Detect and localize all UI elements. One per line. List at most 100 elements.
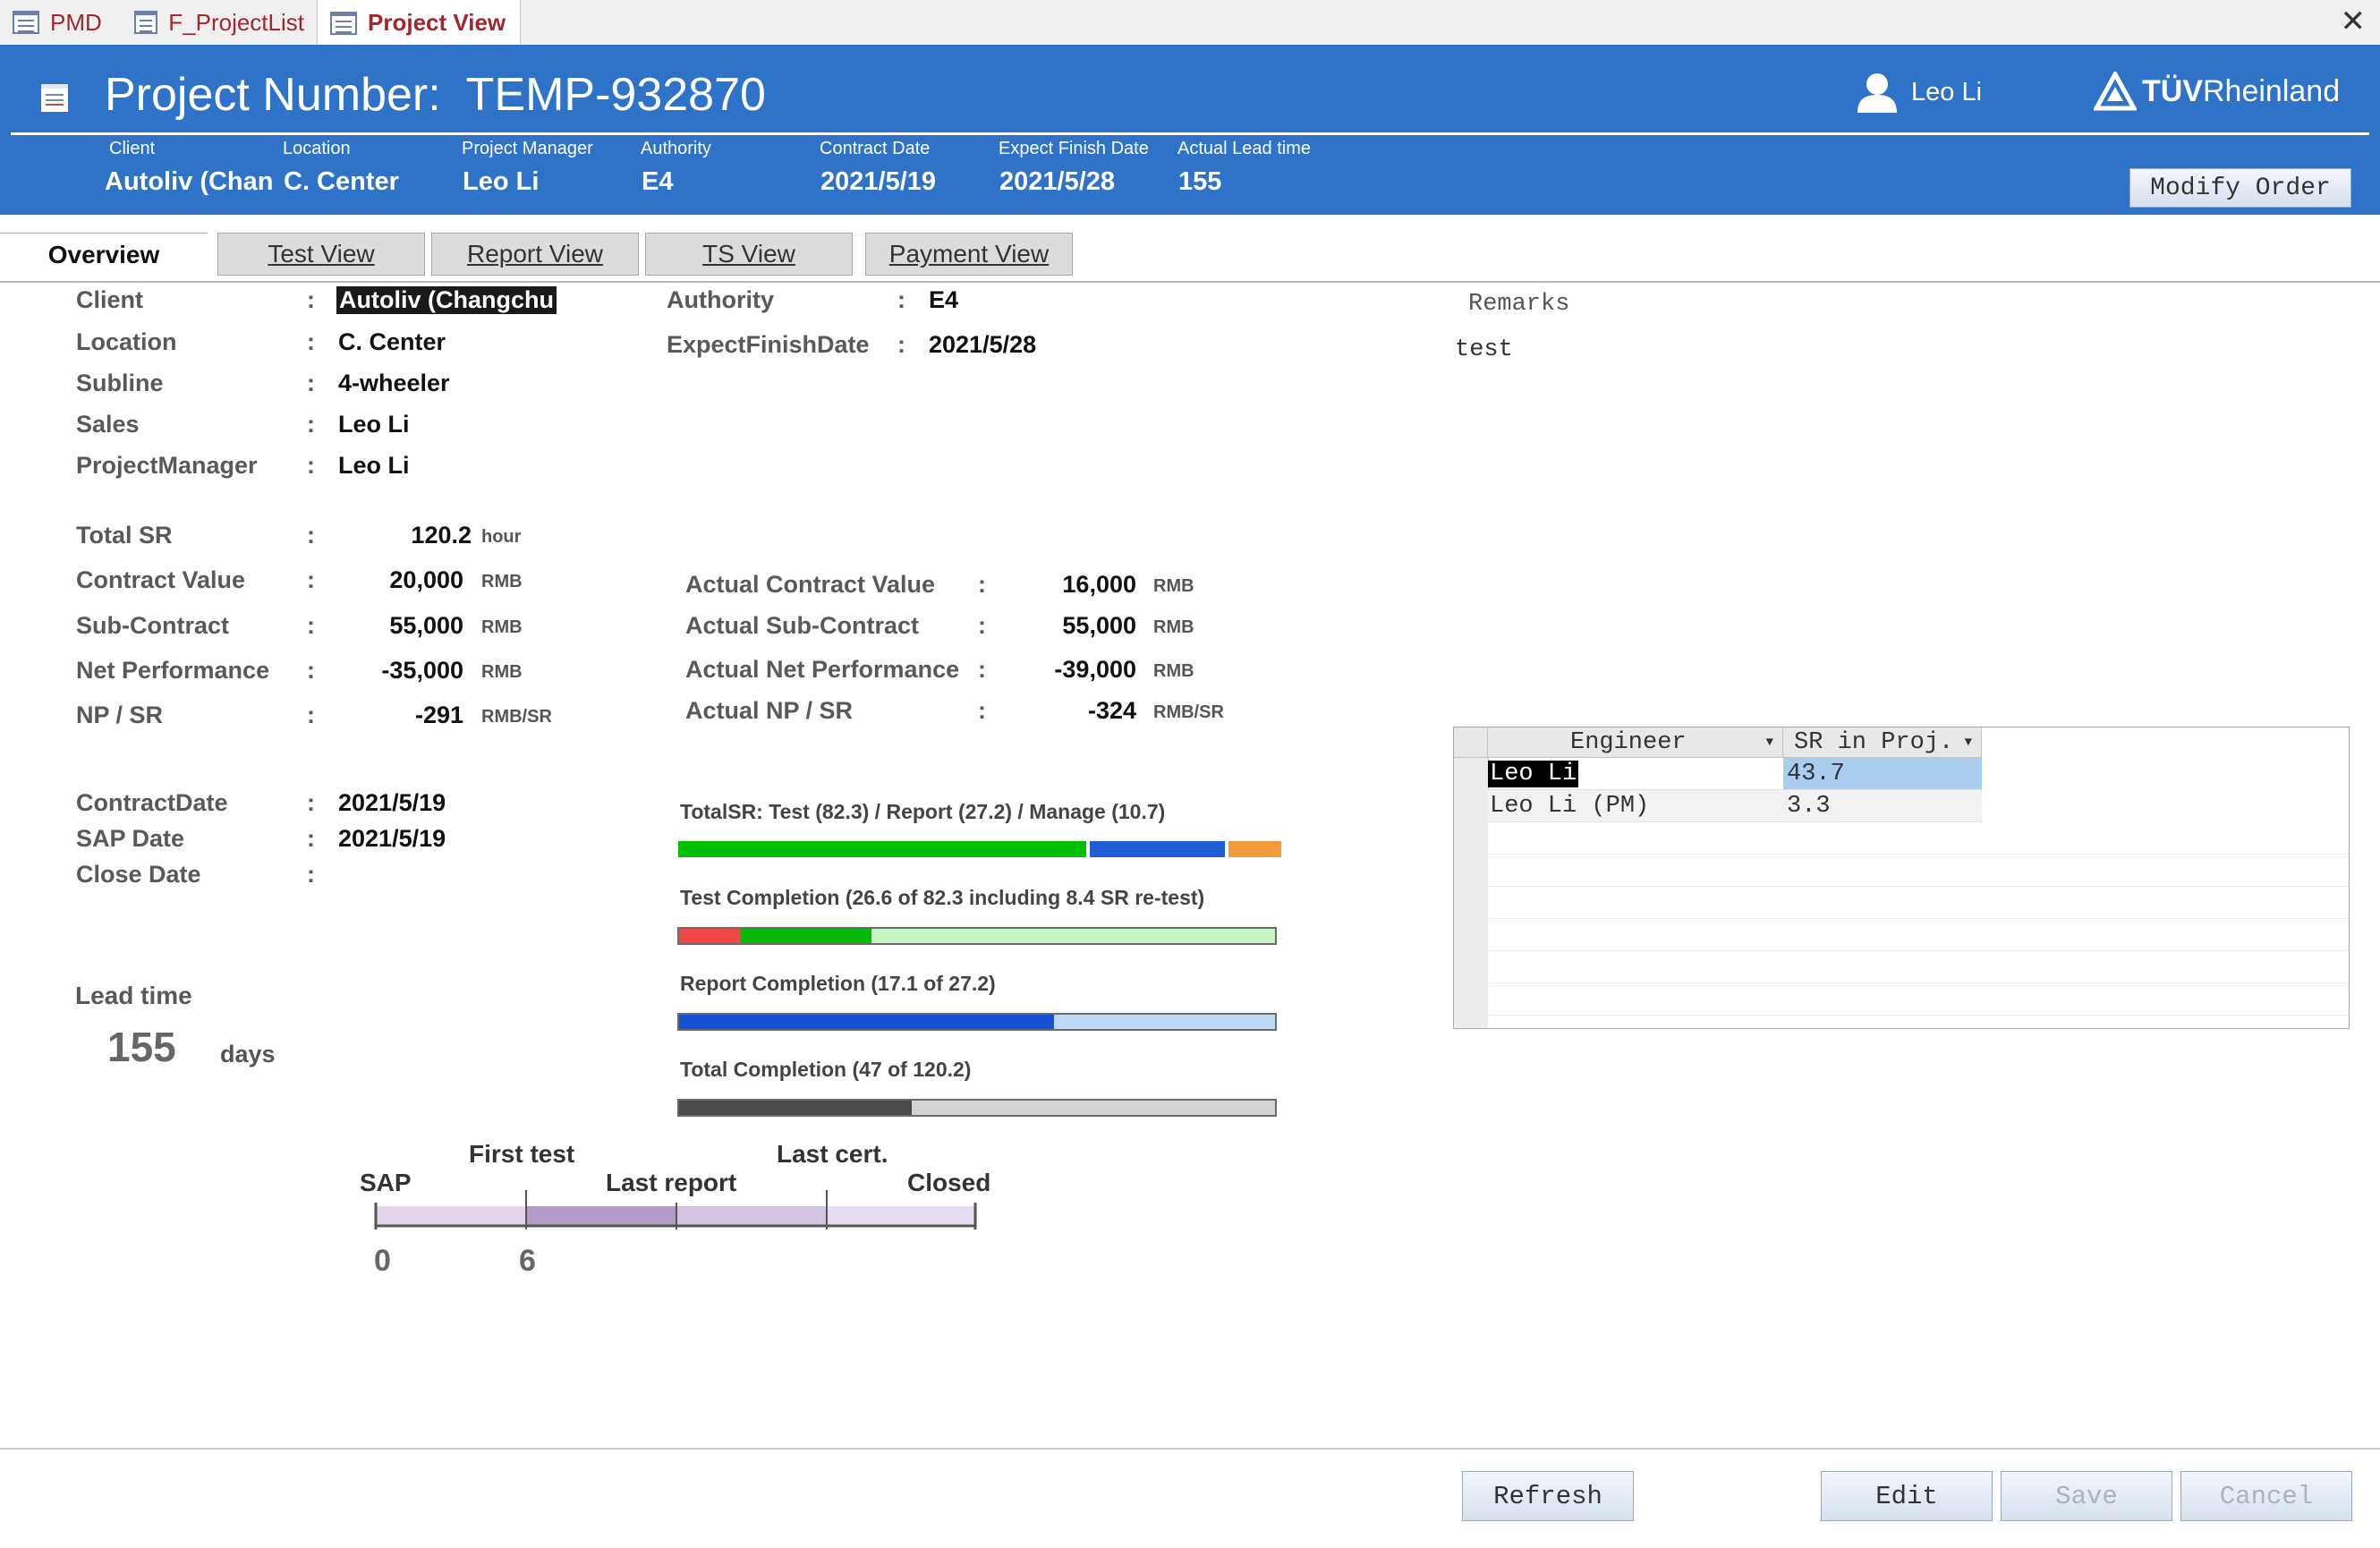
refresh-button[interactable]: Refresh	[1462, 1471, 1634, 1521]
sales-value: Leo Li	[338, 411, 410, 438]
doc-tab-f-projectlist[interactable]: F_ProjectList	[122, 0, 317, 45]
header-field-pm: Leo Li	[463, 167, 540, 196]
colon: :	[307, 861, 315, 888]
actual-np-sr-value: -324	[1087, 697, 1136, 724]
dropdown-arrow-icon[interactable]: ▼	[1965, 736, 1972, 750]
lead-time-unit: days	[220, 1041, 276, 1067]
timeline-last-cert-label: Last cert.	[777, 1140, 888, 1168]
actual-contract-value-value: 16,000	[1062, 571, 1136, 598]
form-icon	[13, 11, 39, 34]
remarks-field[interactable]: test	[1455, 336, 1513, 363]
user-icon	[1857, 73, 1897, 113]
authority-label: Authority	[667, 286, 774, 313]
doc-tab-project-view[interactable]: Project View	[317, 0, 521, 46]
form-icon	[330, 11, 357, 35]
close-icon[interactable]: ✕	[2341, 4, 2367, 39]
table-row-engineer[interactable]: Leo Li	[1488, 758, 1783, 790]
total-completion-title: Total Completion (47 of 120.2)	[680, 1058, 972, 1081]
np-sr-label: NP / SR	[76, 702, 164, 728]
tab-report-view[interactable]: Report View	[431, 233, 639, 276]
actual-net-performance-unit: RMB	[1153, 661, 1194, 681]
net-performance-label: Net Performance	[76, 657, 270, 684]
sales-label: Sales	[76, 411, 140, 438]
colon: :	[307, 612, 315, 639]
total-sr-segment-test	[678, 841, 1086, 857]
brand-name-b: Rheinland	[2203, 73, 2341, 108]
lead-time-value: 155	[107, 1024, 176, 1070]
colon: :	[307, 411, 315, 438]
contract-value-unit: RMB	[481, 572, 523, 591]
colon: :	[897, 331, 905, 358]
tab-payment-view[interactable]: Payment View	[865, 233, 1073, 276]
colon: :	[307, 328, 315, 355]
total-done-fill	[679, 1101, 913, 1115]
colon: :	[978, 612, 986, 639]
total-sr-bar-title: TotalSR: Test (82.3) / Report (27.2) / M…	[680, 800, 1166, 823]
total-remaining-fill	[912, 1101, 1275, 1115]
sub-contract-value: 55,000	[389, 612, 463, 639]
project-number: TEMP-932870	[465, 69, 766, 121]
report-completion-bar	[677, 1013, 1277, 1031]
row-selector-empty	[1454, 822, 1489, 1028]
total-completion-bar	[677, 1099, 1277, 1117]
doc-tab-pmd[interactable]: PMD	[0, 0, 122, 45]
tab-divider	[0, 281, 2380, 283]
test-completion-bar	[677, 927, 1277, 945]
document-tab-bar: PMD F_ProjectList Project View ✕	[0, 0, 2380, 46]
header-field-expect-finish: 2021/5/28	[999, 167, 1116, 196]
tab-overview[interactable]: Overview	[0, 233, 208, 276]
authority-value: E4	[929, 286, 959, 313]
np-sr-unit: RMB/SR	[481, 707, 552, 727]
actual-net-performance-label: Actual Net Performance	[685, 656, 960, 683]
edit-button[interactable]: Edit	[1821, 1471, 1993, 1521]
modify-order-button[interactable]: Modify Order	[2129, 168, 2351, 208]
expect-finish-value: 2021/5/28	[929, 331, 1037, 358]
tab-ts-view[interactable]: TS View	[645, 233, 853, 276]
test-completion-title: Test Completion (26.6 of 82.3 including …	[680, 886, 1205, 909]
row-selector[interactable]	[1454, 790, 1489, 822]
logo-triangle-icon	[2094, 72, 2137, 111]
tab-test-view[interactable]: Test View	[217, 233, 425, 276]
pm-label: ProjectManager	[76, 452, 258, 479]
client-field[interactable]: Autoliv (Changchu	[336, 286, 557, 314]
column-header-label: Engineer	[1570, 728, 1687, 756]
actual-sub-contract-value: 55,000	[1062, 612, 1136, 639]
colon: :	[307, 789, 315, 816]
form-icon	[41, 84, 68, 112]
doc-tab-label: Project View	[368, 9, 506, 36]
header-field-contract-date: 2021/5/19	[820, 167, 937, 196]
actual-contract-value-label: Actual Contract Value	[685, 571, 936, 598]
actual-np-sr-unit: RMB/SR	[1153, 702, 1224, 722]
column-header-engineer[interactable]: Engineer ▼	[1488, 727, 1783, 758]
location-value: C. Center	[338, 328, 446, 355]
colon: :	[897, 286, 905, 313]
net-performance-unit: RMB	[481, 662, 523, 682]
header-field-client: Autoliv (Chan	[105, 167, 274, 196]
form-icon	[134, 11, 158, 34]
report-done-fill	[679, 1015, 1054, 1029]
header-field-label-client: Client	[109, 139, 156, 158]
timeline-segment-last-report-last-cert	[676, 1206, 827, 1226]
colon: :	[307, 702, 315, 728]
grid-cell-engineer[interactable]: Leo Li	[1488, 760, 1579, 787]
column-header-sr-in-proj[interactable]: SR in Proj. ▼	[1783, 727, 1982, 758]
test-done-fill	[739, 929, 872, 943]
header-divider	[11, 132, 2369, 135]
actual-sub-contract-unit: RMB	[1153, 617, 1194, 637]
grid-cell-engineer[interactable]: Leo Li (PM)	[1488, 790, 1783, 822]
cancel-button[interactable]: Cancel	[2180, 1471, 2352, 1521]
client-label: Client	[76, 286, 144, 313]
colon: :	[307, 825, 315, 852]
dropdown-arrow-icon[interactable]: ▼	[1766, 736, 1773, 750]
timeline-segment-last-cert-closed	[827, 1206, 977, 1226]
save-button[interactable]: Save	[2001, 1471, 2172, 1521]
current-user: Leo Li	[1856, 72, 1982, 113]
grid-cell-sr[interactable]: 43.7	[1783, 758, 1982, 790]
colon: :	[307, 370, 315, 396]
row-selector[interactable]	[1454, 758, 1489, 790]
actual-contract-value-unit: RMB	[1153, 576, 1194, 596]
header-field-authority: E4	[642, 167, 674, 196]
net-performance-value: -35,000	[381, 657, 463, 684]
company-logo: TÜVRheinland	[2094, 72, 2340, 111]
grid-cell-sr[interactable]: 3.3	[1783, 790, 1982, 822]
